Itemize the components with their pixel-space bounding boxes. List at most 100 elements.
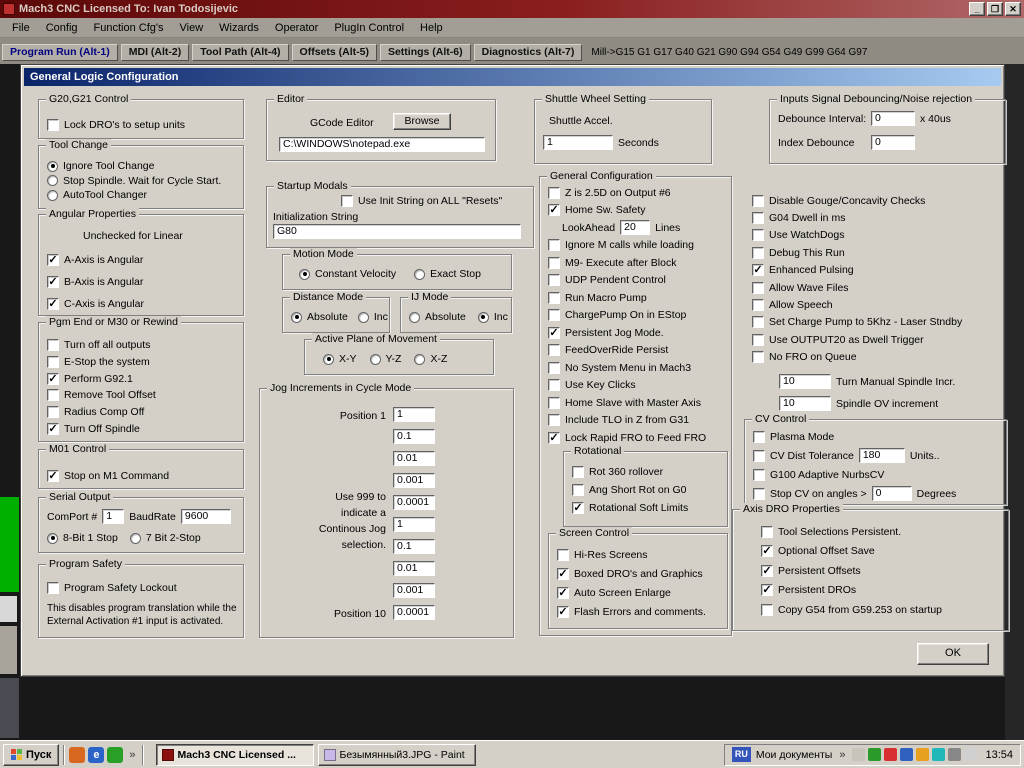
menu-view[interactable]: View bbox=[172, 18, 212, 38]
tab-mdi[interactable]: MDI (Alt-2) bbox=[120, 44, 190, 61]
checkbox-option[interactable]: Rot 360 rollover bbox=[572, 463, 688, 481]
checkbox-box[interactable] bbox=[557, 605, 569, 618]
checkbox-option[interactable]: Rotational Soft Limits bbox=[572, 499, 688, 517]
checkbox-box[interactable] bbox=[761, 584, 773, 597]
radio-button[interactable] bbox=[299, 268, 310, 280]
checkbox-box[interactable] bbox=[548, 204, 560, 217]
checkbox-box[interactable] bbox=[761, 564, 773, 577]
menu-file[interactable]: File bbox=[4, 18, 38, 38]
radio-option[interactable]: Inc bbox=[477, 311, 508, 323]
start-button[interactable]: Пуск bbox=[3, 743, 60, 766]
tab-settings[interactable]: Settings (Alt-6) bbox=[379, 44, 471, 61]
checkbox-option[interactable]: Radius Comp Off bbox=[47, 404, 156, 421]
checkbox-option[interactable]: Use WatchDogs bbox=[752, 227, 1010, 244]
tray-icon[interactable] bbox=[916, 748, 930, 761]
checkbox-box[interactable] bbox=[752, 316, 764, 329]
checkbox-box[interactable] bbox=[47, 470, 59, 482]
chevron-icon[interactable]: » bbox=[127, 749, 137, 761]
checkbox-box[interactable] bbox=[557, 586, 569, 599]
radio-option[interactable]: 8-Bit 1 Stop bbox=[47, 532, 118, 544]
radio-option[interactable]: Absolute bbox=[409, 311, 466, 323]
menu-config[interactable]: Config bbox=[38, 18, 86, 38]
jog-increment-field[interactable]: 1 bbox=[393, 517, 435, 532]
checkbox-option[interactable]: FeedOverRide Persist bbox=[548, 342, 728, 360]
menu-operator[interactable]: Operator bbox=[267, 18, 326, 38]
tray-icon[interactable] bbox=[868, 748, 882, 761]
checkbox-option[interactable]: Allow Speech bbox=[752, 296, 1010, 313]
checkbox-box[interactable] bbox=[752, 351, 764, 364]
checkbox-box[interactable] bbox=[548, 274, 560, 287]
radio-button[interactable] bbox=[323, 353, 334, 365]
checkbox-option[interactable]: Include TLO in Z from G31 bbox=[548, 412, 728, 430]
checkbox-option[interactable]: Turn Off Spindle bbox=[47, 420, 156, 437]
checkbox-box[interactable] bbox=[752, 281, 764, 294]
radio-option[interactable]: Y-Z bbox=[369, 353, 401, 365]
radio-button[interactable] bbox=[369, 353, 381, 365]
tray-icon[interactable] bbox=[884, 748, 898, 761]
radio-option[interactable]: Absolute bbox=[291, 311, 348, 323]
radio-button[interactable] bbox=[47, 160, 58, 172]
checkbox-option[interactable]: Perform G92.1 bbox=[47, 370, 156, 387]
checkbox-box[interactable] bbox=[752, 194, 764, 207]
checkbox-box[interactable] bbox=[548, 186, 560, 199]
comport-field[interactable]: 1 bbox=[102, 509, 125, 524]
menu-plugin-control[interactable]: PlugIn Control bbox=[326, 18, 412, 38]
language-indicator[interactable]: RU bbox=[731, 747, 751, 762]
checkbox-option[interactable]: Flash Errors and comments. bbox=[557, 602, 706, 621]
radio-option[interactable]: AutoTool Changer bbox=[47, 188, 221, 203]
checkbox-box[interactable] bbox=[47, 298, 59, 310]
jog-increment-field[interactable]: 0.0001 bbox=[393, 605, 435, 620]
checkbox-box[interactable] bbox=[548, 309, 560, 322]
taskbar-task-paint[interactable]: Безымянный3.JPG - Paint bbox=[317, 743, 476, 766]
taskbar-task-mach3[interactable]: Mach3 CNC Licensed ... bbox=[155, 743, 314, 766]
value-field[interactable]: 0 bbox=[871, 486, 912, 501]
tray-icon[interactable] bbox=[932, 748, 946, 761]
field-row[interactable]: LookAhead 20 Lines bbox=[548, 219, 728, 237]
checkbox-option[interactable]: Persistent Offsets bbox=[761, 561, 942, 581]
checkbox-option[interactable]: Boxed DRO's and Graphics bbox=[557, 564, 706, 583]
checkbox-box[interactable] bbox=[752, 299, 764, 312]
menu-wizards[interactable]: Wizards bbox=[211, 18, 267, 38]
checkbox-option[interactable]: UDP Pendent Control bbox=[548, 272, 728, 290]
radio-button[interactable] bbox=[47, 175, 58, 187]
checkbox-option[interactable]: E-Stop the system bbox=[47, 354, 156, 371]
checkbox-box[interactable] bbox=[572, 466, 584, 478]
radio-option[interactable]: Exact Stop bbox=[414, 268, 481, 280]
checkbox-option[interactable]: Plasma Mode bbox=[753, 427, 956, 446]
checkbox-box[interactable] bbox=[47, 119, 59, 131]
checkbox-box[interactable] bbox=[761, 545, 773, 558]
jog-increment-field[interactable]: 0.01 bbox=[393, 451, 435, 466]
checkbox-option[interactable]: Stop on M1 Command bbox=[47, 467, 169, 485]
checkbox-option[interactable]: B-Axis is Angular bbox=[47, 271, 144, 293]
shuttle-accel-field[interactable]: 1 bbox=[543, 135, 613, 150]
checkbox-option[interactable]: Run Macro Pump bbox=[548, 289, 728, 307]
radio-button[interactable] bbox=[291, 311, 302, 323]
checkbox-option[interactable]: Z is 2.5D on Output #6 bbox=[548, 184, 728, 202]
checkbox-option[interactable]: Ignore M calls while loading bbox=[548, 237, 728, 255]
checkbox-option[interactable]: Enhanced Pulsing bbox=[752, 262, 1010, 279]
checkbox-option[interactable]: Persistent Jog Mode. bbox=[548, 324, 728, 342]
checkbox-option[interactable]: Program Safety Lockout bbox=[47, 579, 177, 596]
checkbox-box[interactable] bbox=[752, 246, 764, 259]
checkbox-box[interactable] bbox=[572, 484, 584, 496]
checkbox-option[interactable]: Persistent DROs bbox=[761, 581, 942, 601]
value-field[interactable]: 20 bbox=[620, 220, 651, 236]
checkbox-box[interactable] bbox=[752, 264, 764, 277]
launch-icon-1[interactable] bbox=[69, 746, 86, 763]
tab-program-run[interactable]: Program Run (Alt-1) bbox=[2, 44, 118, 61]
checkbox-box[interactable] bbox=[548, 414, 560, 427]
checkbox-box[interactable] bbox=[548, 291, 560, 304]
radio-button[interactable] bbox=[47, 532, 58, 544]
checkbox-box[interactable] bbox=[47, 581, 59, 594]
checkbox-option[interactable]: C-Axis is Angular bbox=[47, 293, 144, 315]
checkbox-box[interactable] bbox=[548, 361, 560, 374]
checkbox-box[interactable] bbox=[761, 603, 773, 616]
checkbox-option[interactable]: Turn off all outputs bbox=[47, 337, 156, 354]
checkbox-option[interactable]: Remove Tool Offset bbox=[47, 387, 156, 404]
debounce-interval-field[interactable]: 0 bbox=[871, 111, 915, 126]
index-debounce-field[interactable]: 0 bbox=[871, 135, 915, 150]
checkbox-option[interactable]: Allow Wave Files bbox=[752, 279, 1010, 296]
checkbox-box[interactable] bbox=[548, 379, 560, 392]
jog-increment-field[interactable]: 0.001 bbox=[393, 473, 435, 488]
checkbox-option[interactable]: Tool Selections Persistent. bbox=[761, 522, 942, 542]
